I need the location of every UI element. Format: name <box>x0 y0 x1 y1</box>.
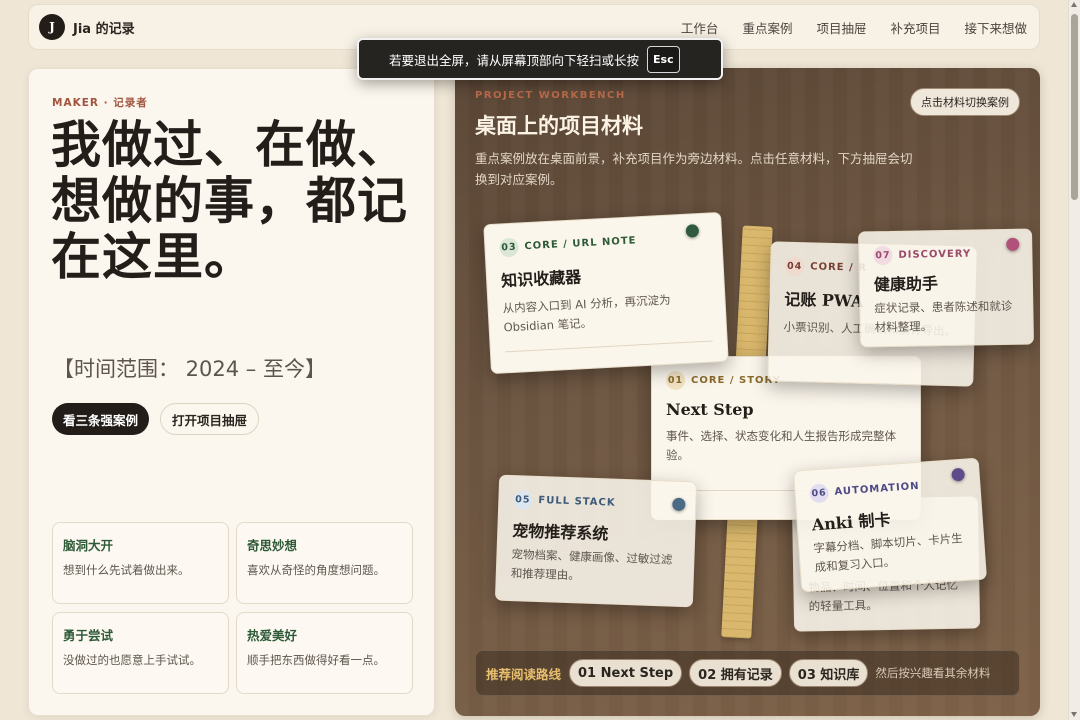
trait-card: 热爱美好 顺手把东西做得好看一点。 <box>236 612 413 694</box>
card-title: 宠物推荐系统 <box>511 521 609 544</box>
brand-name[interactable]: Jia 的记录 <box>73 18 135 37</box>
trait-card: 脑洞大开 想到什么先试着做出来。 <box>52 522 229 604</box>
card-tag-label: DISCOVERY <box>898 248 972 261</box>
card-number: 07 <box>873 245 893 266</box>
card-desc: 事件、选择、状态变化和人生报告形成完整体验。 <box>666 429 896 462</box>
card-desc: 宠物档案、健康画像、过敏过滤和推荐理由。 <box>510 547 673 583</box>
card-title: Next Step <box>666 400 754 419</box>
reading-route: 推荐阅读路线 01 Next Step 02 拥有记录 03 知识库 然后按兴趣… <box>475 650 1020 696</box>
workbench-desc: 重点案例放在桌面前景，补充项目作为旁边材料。点击任意材料，下方抽屉会切换到对应案… <box>475 151 913 187</box>
card-number: 01 <box>666 371 685 390</box>
card-number: 06 <box>808 483 830 504</box>
route-step-1[interactable]: 01 Next Step <box>569 659 683 687</box>
hero-eyebrow: MAKER · 记录者 <box>52 97 148 109</box>
view-cases-button[interactable]: 看三条强案例 <box>52 403 150 435</box>
trait-title: 勇于尝试 <box>63 628 114 643</box>
workbench-eyebrow: PROJECT WORKBENCH <box>475 90 626 101</box>
pin-icon <box>672 497 686 512</box>
scrollbar[interactable] <box>1068 0 1080 720</box>
nav-link-workbench[interactable]: 工作台 <box>681 18 719 37</box>
scroll-up-icon[interactable] <box>1071 2 1077 7</box>
card-tag: 07 DISCOVERY <box>873 244 1017 266</box>
card-tag: 05 FULL STACK <box>513 490 682 515</box>
card-title: 健康助手 <box>873 274 939 295</box>
project-card-03[interactable]: 03 CORE / URL NOTE 知识收藏器 从内容入口到 AI 分析，再沉… <box>483 211 729 375</box>
card-number: 04 <box>784 256 805 277</box>
trait-desc: 喜欢从奇怪的角度想问题。 <box>247 563 385 577</box>
time-range: 【时间范围： 2024 – 至今】 <box>53 357 326 381</box>
route-step-3[interactable]: 03 知识库 <box>788 659 869 687</box>
logo[interactable]: J <box>39 14 65 40</box>
card-desc: 症状记录、患者陈述和就诊材料整理。 <box>874 298 1013 335</box>
workbench-panel: PROJECT WORKBENCH 桌面上的项目材料 重点案例放在桌面前景，补充… <box>455 68 1040 716</box>
workbench-title: 桌面上的项目材料 <box>475 113 643 138</box>
trait-desc: 想到什么先试着做出来。 <box>63 563 190 577</box>
card-title: 知识收藏器 <box>500 267 582 291</box>
trait-card: 奇思妙想 喜欢从奇怪的角度想问题。 <box>236 522 413 604</box>
hero-title: 我做过、在做、想做的事，都记在这里。 <box>51 115 408 286</box>
toast-message: 若要退出全屏，请从屏幕顶部向下轻扫或长按 <box>389 52 640 68</box>
trait-title: 热爱美好 <box>247 628 298 643</box>
card-tag-label: FULL STACK <box>538 494 616 509</box>
nav-links: 工作台 重点案例 项目抽屉 补充项目 接下来想做 <box>657 18 1027 37</box>
hero-panel: MAKER · 记录者 我做过、在做、想做的事，都记在这里。 【时间范围： 20… <box>28 68 435 716</box>
esc-key: Esc <box>647 45 680 73</box>
trait-desc: 顺手把东西做得好看一点。 <box>247 653 385 667</box>
scroll-thumb[interactable] <box>1071 14 1078 200</box>
trait-card: 勇于尝试 没做过的也愿意上手试试。 <box>52 612 229 694</box>
card-number: 03 <box>499 237 519 258</box>
card-tag-label: CORE / URL NOTE <box>524 235 637 253</box>
route-label: 推荐阅读路线 <box>486 666 562 682</box>
project-card-07[interactable]: 07 DISCOVERY 健康助手 症状记录、患者陈述和就诊材料整理。 <box>858 228 1034 348</box>
route-step-2[interactable]: 02 拥有记录 <box>689 659 782 687</box>
scroll-down-icon[interactable] <box>1071 712 1077 717</box>
nav-link-next[interactable]: 接下来想做 <box>964 18 1027 37</box>
trait-title: 奇思妙想 <box>247 538 298 553</box>
project-card-06[interactable]: 06 AUTOMATION Anki 制卡 字幕分档、脚本切片、卡片生成和复习入… <box>792 457 988 593</box>
switch-case-button[interactable]: 点击材料切换案例 <box>910 88 1020 116</box>
nav-link-extra[interactable]: 补充项目 <box>890 18 940 37</box>
card-number: 05 <box>513 490 533 510</box>
nav-link-drawer[interactable]: 项目抽屉 <box>816 18 866 37</box>
pin-icon <box>1006 237 1020 251</box>
route-tail: 然后按兴趣看其余材料 <box>875 666 991 680</box>
open-drawer-button[interactable]: 打开项目抽屉 <box>160 403 260 435</box>
trait-title: 脑洞大开 <box>63 538 114 553</box>
card-rule <box>504 340 713 353</box>
card-tag: 03 CORE / URL NOTE <box>499 228 708 258</box>
nav-link-featured[interactable]: 重点案例 <box>742 18 792 37</box>
card-tag: 06 AUTOMATION <box>808 474 966 504</box>
trait-desc: 没做过的也愿意上手试试。 <box>63 653 201 667</box>
card-desc: 从内容入口到 AI 分析，再沉淀为 Obsidian 笔记。 <box>502 292 671 335</box>
card-desc: 字幕分档、脚本切片、卡片生成和复习入口。 <box>812 530 964 575</box>
project-card-05[interactable]: 05 FULL STACK 宠物推荐系统 宠物档案、健康画像、过敏过滤和推荐理由… <box>494 474 698 608</box>
card-tag-label: AUTOMATION <box>834 480 920 498</box>
fullscreen-toast: 若要退出全屏，请从屏幕顶部向下轻扫或长按 Esc <box>357 38 723 80</box>
